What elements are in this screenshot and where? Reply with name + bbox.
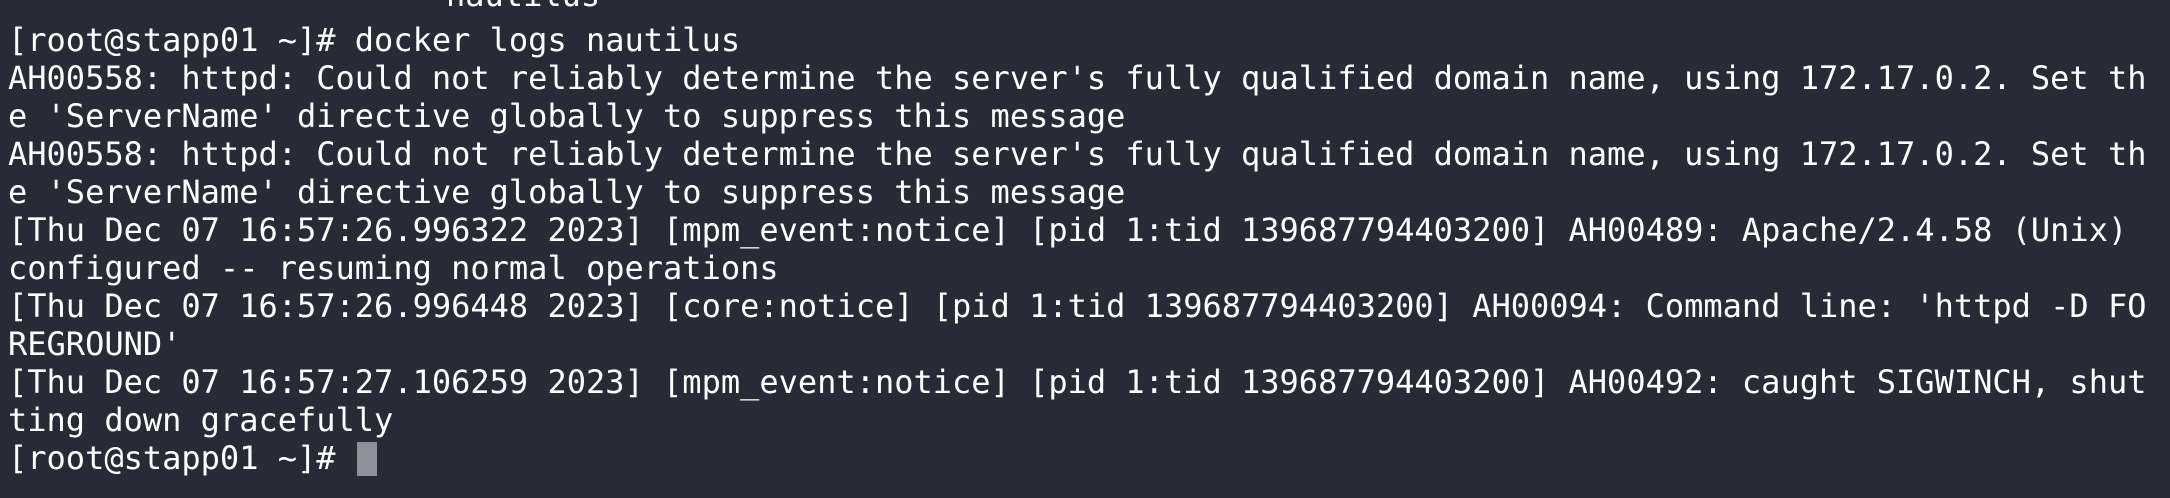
prompt-line[interactable]: [root@stapp01 ~]# bbox=[8, 439, 2170, 477]
log-line: [Thu Dec 07 16:57:26.996448 2023] [core:… bbox=[8, 287, 2147, 325]
terminal-window[interactable]: nautilus [root@stapp01 ~]# docker logs n… bbox=[0, 0, 2170, 498]
log-line: e 'ServerName' directive globally to sup… bbox=[8, 173, 1126, 211]
shell-prompt: [root@stapp01 ~]# bbox=[8, 439, 355, 477]
log-line: [Thu Dec 07 16:57:27.106259 2023] [mpm_e… bbox=[8, 363, 2147, 401]
log-line: ting down gracefully bbox=[8, 401, 394, 439]
log-line: AH00558: httpd: Could not reliably deter… bbox=[8, 59, 2147, 97]
log-line: REGROUND' bbox=[8, 325, 182, 363]
terminal-output: [root@stapp01 ~]# docker logs nautilus A… bbox=[8, 21, 2170, 477]
log-line: [Thu Dec 07 16:57:26.996322 2023] [mpm_e… bbox=[8, 211, 2128, 249]
log-line: e 'ServerName' directive globally to sup… bbox=[8, 97, 1126, 135]
log-line: AH00558: httpd: Could not reliably deter… bbox=[8, 135, 2147, 173]
log-line: configured -- resuming normal operations bbox=[8, 249, 779, 287]
command-line: [root@stapp01 ~]# docker logs nautilus bbox=[8, 21, 741, 59]
scrollback-fragment: nautilus bbox=[446, 0, 600, 14]
text-cursor bbox=[356, 442, 377, 476]
